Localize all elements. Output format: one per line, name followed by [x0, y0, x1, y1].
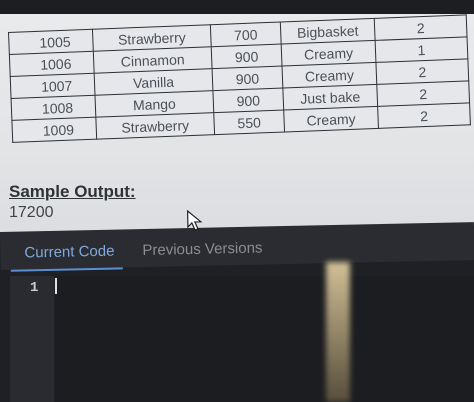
table-cell: Creamy [283, 106, 379, 132]
code-input-area[interactable] [55, 276, 474, 402]
line-number-gutter: 1 [10, 276, 54, 402]
mouse-pointer-icon [186, 209, 203, 231]
data-table-wrapper: 1005 Strawberry 700 Bigbasket 2 1006 Cin… [8, 14, 471, 167]
sample-output-label: Sample Output: [9, 182, 136, 201]
table-cell: 1006 [9, 51, 95, 77]
code-editor: Current Code Previous Versions 1 [0, 209, 474, 402]
table-cell: 1008 [11, 95, 96, 121]
table-cell: 700 [210, 22, 282, 47]
sample-output: Sample Output: 17200 [9, 182, 136, 222]
line-number: 1 [30, 280, 39, 296]
table-cell: 2 [377, 102, 471, 129]
table-cell: 550 [213, 109, 285, 135]
table-cell: 900 [212, 66, 283, 91]
table-cell: 1009 [11, 117, 97, 143]
active-tab-indicator [10, 267, 123, 272]
table-cell: Strawberry [95, 112, 215, 140]
table-cell: 900 [212, 87, 284, 113]
text-caret [55, 278, 57, 294]
sample-output-value: 17200 [9, 204, 54, 221]
data-table: 1005 Strawberry 700 Bigbasket 2 1006 Cin… [8, 14, 471, 143]
screen-glare [326, 262, 350, 402]
table-cell: 1007 [10, 73, 95, 99]
table-cell: 1005 [8, 29, 94, 55]
tab-previous-versions[interactable]: Previous Versions [142, 240, 262, 260]
tab-current-code[interactable]: Current Code [24, 243, 114, 262]
table-cell: 900 [211, 44, 283, 69]
problem-panel: 1005 Strawberry 700 Bigbasket 2 1006 Cin… [0, 14, 474, 236]
